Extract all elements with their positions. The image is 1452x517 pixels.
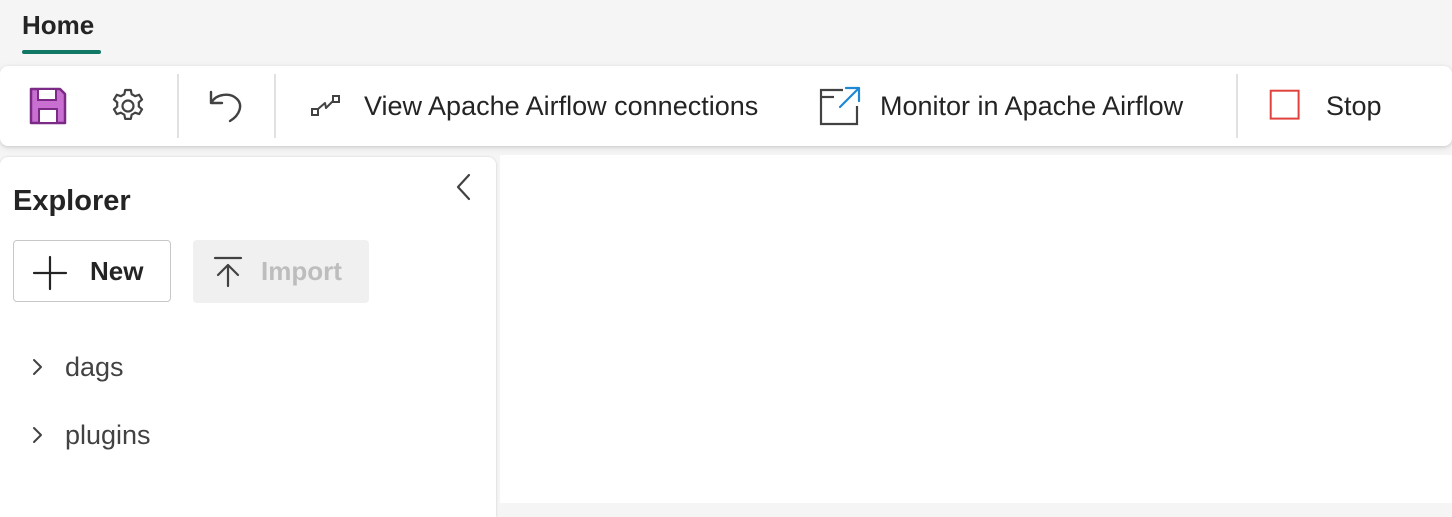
tree-item-plugins[interactable]: plugins	[24, 415, 151, 455]
tree-item-dags[interactable]: dags	[24, 347, 124, 387]
chevron-right-icon[interactable]	[24, 421, 52, 449]
editor-area	[500, 155, 1452, 503]
active-tab-indicator	[22, 50, 101, 54]
stop-icon	[1269, 89, 1300, 120]
toolbar: View Apache Airflow connections Monitor …	[0, 66, 1452, 146]
save-icon	[29, 87, 67, 125]
stop-label: Stop	[1326, 91, 1382, 121]
undo-icon	[209, 90, 242, 123]
undo-button[interactable]	[206, 66, 246, 146]
toolbar-separator	[274, 74, 276, 138]
toolbar-separator	[177, 74, 179, 138]
ribbon-tab-bar: Home	[0, 0, 1452, 64]
gear-icon	[112, 88, 144, 120]
tree-item-label: plugins	[65, 420, 151, 450]
upload-icon	[213, 256, 243, 288]
monitor-airflow-button[interactable]: Monitor in Apache Airflow	[818, 66, 1183, 146]
connection-icon	[311, 95, 340, 116]
view-connections-label: View Apache Airflow connections	[364, 91, 759, 121]
settings-button[interactable]	[108, 66, 148, 146]
collapse-chevron-icon[interactable]	[448, 171, 480, 203]
tab-home[interactable]: Home	[22, 8, 94, 42]
view-airflow-connections-button[interactable]: View Apache Airflow connections	[306, 66, 758, 146]
explorer-title: Explorer	[13, 185, 131, 217]
stop-button[interactable]: Stop	[1268, 66, 1382, 146]
monitor-label: Monitor in Apache Airflow	[880, 91, 1184, 121]
chevron-right-icon[interactable]	[24, 353, 52, 381]
toolbar-separator	[1236, 74, 1238, 138]
import-button[interactable]: Import	[193, 240, 369, 303]
open-external-icon	[819, 86, 861, 126]
tree-item-label: dags	[65, 352, 124, 382]
import-button-label: Import	[261, 256, 342, 286]
plus-icon	[32, 255, 68, 291]
explorer-panel: Explorer New Import dags plugins	[0, 157, 496, 517]
new-button-label: New	[90, 255, 144, 286]
save-button[interactable]	[28, 66, 68, 146]
new-button[interactable]: New	[13, 240, 171, 302]
